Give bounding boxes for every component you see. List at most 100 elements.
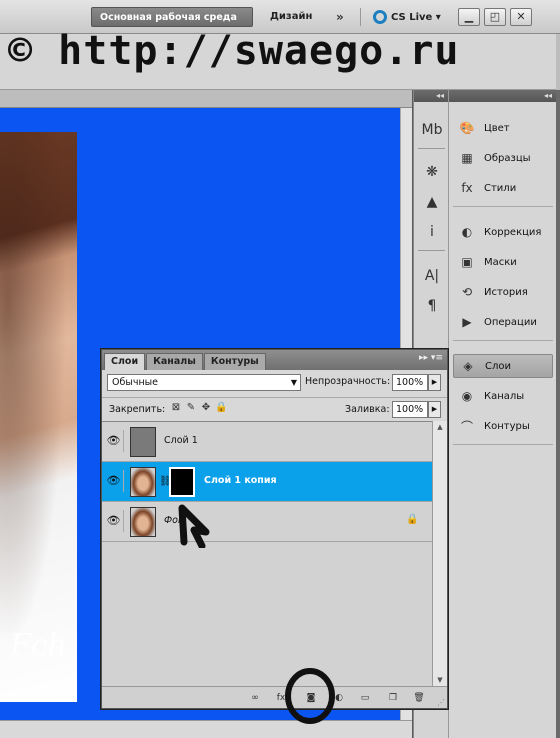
- panel-layers[interactable]: ◈ Слои: [453, 354, 553, 378]
- layers-panel-tabs: Слои Каналы Контуры ▸▸ ▾≡: [102, 350, 447, 370]
- workspace-more-button[interactable]: »: [328, 7, 352, 27]
- opacity-slider-button[interactable]: ▶: [428, 374, 441, 391]
- layer-thumbnail: [130, 427, 156, 457]
- swatches-icon: ▦: [461, 151, 473, 165]
- panel-history[interactable]: ⟲ История: [453, 280, 553, 304]
- chevron-down-icon: ▼: [290, 378, 297, 387]
- panel-paths[interactable]: ⌒ Контуры: [453, 414, 553, 438]
- panel-masks[interactable]: ▣ Маски: [453, 250, 553, 274]
- panel-swatches[interactable]: ▦ Образцы: [453, 146, 553, 170]
- layer-row-background[interactable]: 👁 Фон 🔒: [102, 502, 432, 542]
- color-icon: 🎨: [459, 121, 475, 135]
- divider: [418, 250, 445, 251]
- scroll-up-icon[interactable]: ▲: [433, 421, 447, 433]
- layer-row-layer-1[interactable]: 👁 Слой 1: [102, 422, 432, 462]
- opacity-label: Непрозрачность:: [305, 376, 391, 387]
- paths-icon: ⌒: [460, 419, 473, 434]
- brush-presets-icon[interactable]: ❋: [422, 162, 442, 182]
- divider: [453, 444, 553, 445]
- layer-name: Слой 1 копия: [204, 475, 277, 486]
- blend-mode-select[interactable]: Обычные ▼: [107, 374, 301, 391]
- blend-row: Обычные ▼ Непрозрачность: 100% ▶: [102, 372, 447, 394]
- divider: [453, 206, 553, 207]
- delete-icon[interactable]: 🗑: [412, 691, 426, 705]
- panel-color[interactable]: 🎨 Цвет: [453, 116, 553, 140]
- tab-channels[interactable]: Каналы: [146, 353, 203, 370]
- eye-icon[interactable]: 👁: [104, 510, 124, 532]
- tab-paths[interactable]: Контуры: [203, 353, 266, 370]
- lock-position-icon[interactable]: ✥: [200, 402, 212, 414]
- channels-icon: ◉: [461, 389, 473, 403]
- minimize-button[interactable]: ▁: [458, 8, 480, 26]
- layers-panel-footer: ∞ fx ◙ ◐ ▭ ❐ 🗑 ⋰: [102, 686, 447, 708]
- opacity-field[interactable]: 100%: [392, 374, 428, 391]
- panel-label: Образцы: [484, 152, 531, 164]
- adjustments-icon: ◐: [461, 225, 473, 239]
- workspace-essentials-button[interactable]: Основная рабочая среда: [91, 7, 253, 27]
- history-icon: ⟲: [461, 285, 473, 299]
- lock-all-icon[interactable]: 🔒: [215, 402, 227, 414]
- lock-transparency-icon[interactable]: ⊠: [170, 402, 182, 414]
- divider: [360, 8, 361, 26]
- dock-collapse-bar[interactable]: ◂◂: [449, 90, 556, 102]
- panel-label: Контуры: [484, 420, 530, 432]
- panel-styles[interactable]: fx Стили: [453, 176, 553, 200]
- new-layer-icon[interactable]: ❐: [386, 691, 400, 705]
- paragraph-icon[interactable]: ¶: [422, 296, 442, 316]
- layers-panel: Слои Каналы Контуры ▸▸ ▾≡ Обычные ▼ Непр…: [101, 349, 448, 709]
- layer-thumbnail: [130, 507, 156, 537]
- document-tab-bar: [0, 90, 412, 108]
- panel-label: Каналы: [484, 390, 525, 402]
- maximize-button[interactable]: ◰: [484, 8, 506, 26]
- layer-row-layer-1-copy[interactable]: 👁 ⛓ Слой 1 копия: [102, 462, 432, 502]
- panel-label: Коррекция: [484, 226, 542, 238]
- masks-icon: ▣: [461, 255, 473, 269]
- options-bar-edge: [556, 34, 560, 90]
- watermark: © http://swaego.ru: [8, 28, 460, 74]
- cs-live-button[interactable]: CS Live ▾: [373, 8, 441, 26]
- panel-actions[interactable]: ▶ Операции: [453, 310, 553, 334]
- panel-dock: ◂◂ 🎨 Цвет ▦ Образцы fx Стили ◐ Коррекция ▣ Ма…: [448, 90, 556, 738]
- cs-live-label: CS Live ▾: [391, 11, 441, 23]
- panel-channels[interactable]: ◉ Каналы: [453, 384, 553, 408]
- eye-icon[interactable]: 👁: [104, 470, 124, 492]
- lock-row: Закрепить: ⊠ ✎ ✥ 🔒 Заливка: 100% ▶: [102, 397, 447, 419]
- photo-hair-shade: [0, 132, 77, 702]
- panel-menu-button[interactable]: ▸▸ ▾≡: [419, 353, 443, 363]
- actions-icon: ▶: [462, 315, 472, 329]
- panel-label: История: [484, 286, 528, 298]
- photo-signature: Fch: [10, 628, 67, 663]
- group-icon[interactable]: ▭: [358, 691, 372, 705]
- scroll-down-icon[interactable]: ▼: [433, 674, 447, 686]
- panel-adjustments[interactable]: ◐ Коррекция: [453, 220, 553, 244]
- link-layers-icon[interactable]: ∞: [248, 691, 262, 705]
- canvas-horizontal-scrollbar[interactable]: [0, 720, 412, 738]
- fill-field[interactable]: 100%: [392, 401, 428, 418]
- panel-label: Стили: [484, 182, 517, 194]
- drawn-circle-annotation: [285, 668, 335, 724]
- info-icon[interactable]: i: [422, 222, 442, 242]
- close-button[interactable]: ✕: [510, 8, 532, 26]
- layer-thumbnail: [130, 467, 156, 497]
- histogram-icon[interactable]: ▲: [422, 192, 442, 212]
- dock-collapse-bar[interactable]: ◂◂: [414, 90, 448, 102]
- divider: [453, 340, 553, 341]
- layer-mask-thumbnail[interactable]: [169, 467, 195, 497]
- lock-pixels-icon[interactable]: ✎: [185, 402, 197, 414]
- resize-grip[interactable]: ⋰: [437, 698, 445, 707]
- cs-live-icon: [373, 10, 387, 24]
- panel-label: Цвет: [484, 122, 510, 134]
- styles-icon: fx: [461, 181, 473, 195]
- mini-bridge-icon[interactable]: Mb: [422, 120, 443, 140]
- lock-label: Закрепить:: [109, 404, 166, 415]
- panel-label: Операции: [484, 316, 537, 328]
- eye-icon[interactable]: 👁: [104, 430, 124, 452]
- blend-mode-value: Обычные: [112, 377, 159, 388]
- divider: [418, 148, 445, 149]
- character-icon[interactable]: A|: [422, 266, 442, 286]
- layer-list-scrollbar[interactable]: ▲ ▼: [432, 421, 447, 686]
- layers-icon: ◈: [463, 359, 473, 373]
- workspace-design-button[interactable]: Дизайн: [262, 7, 320, 27]
- fill-slider-button[interactable]: ▶: [428, 401, 441, 418]
- tab-layers[interactable]: Слои: [104, 353, 146, 370]
